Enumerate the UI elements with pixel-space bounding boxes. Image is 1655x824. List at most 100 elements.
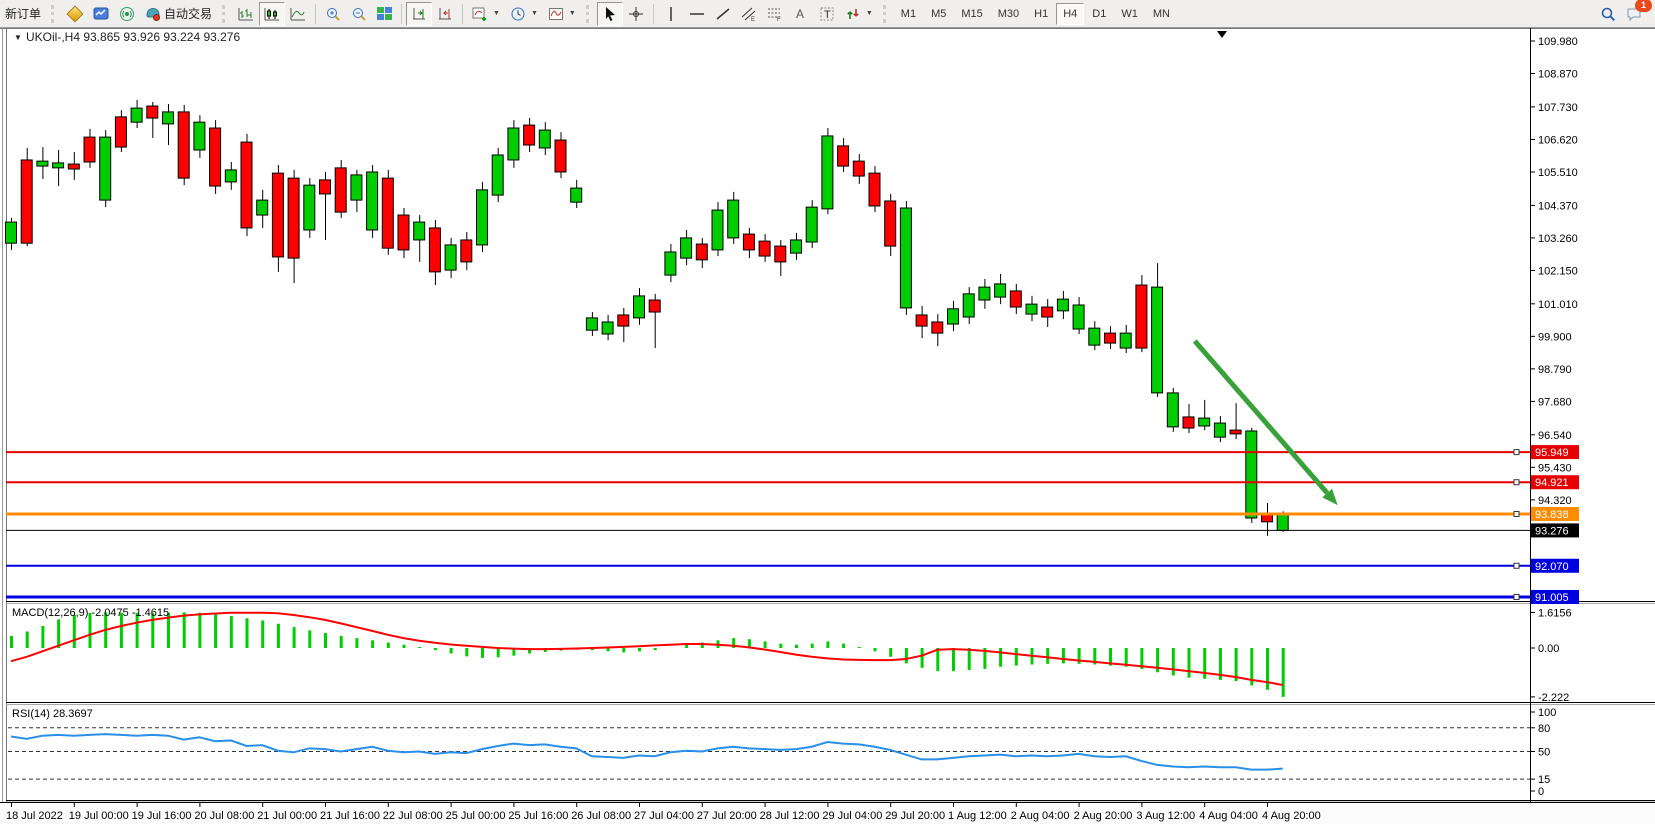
price-badge-label: 93.838	[1535, 509, 1569, 521]
line-handle[interactable]	[1514, 594, 1519, 599]
dropdown-caret: ▼	[569, 10, 576, 17]
timeframe-m15[interactable]: M15	[954, 3, 989, 25]
price-badge-label: 95.949	[1535, 447, 1569, 459]
search-button[interactable]	[1595, 2, 1621, 26]
candle	[1214, 423, 1225, 437]
timeframe-h4[interactable]: H4	[1056, 3, 1084, 25]
candle	[775, 246, 786, 262]
rsi-axis-label: 50	[1538, 747, 1550, 759]
templates-button[interactable]: ▼	[543, 2, 581, 26]
trendline-tool-button[interactable]	[710, 2, 736, 26]
notifications-button[interactable]: 1	[1621, 2, 1647, 26]
fibonacci-icon: F	[767, 6, 783, 22]
toolbar-grip[interactable]	[222, 5, 230, 23]
candle	[6, 222, 17, 243]
time-tick-label: 27 Jul 04:00	[634, 810, 694, 822]
timeframe-d1[interactable]: D1	[1085, 3, 1113, 25]
rsi-axis-label: 0	[1538, 786, 1544, 798]
crosshair-icon	[628, 6, 644, 22]
line-handle[interactable]	[1514, 480, 1519, 485]
fibonacci-tool-button[interactable]: F	[762, 2, 788, 26]
zoom-out-button[interactable]	[346, 2, 372, 26]
candle	[681, 238, 692, 258]
candle	[68, 164, 79, 169]
candle	[1152, 287, 1163, 393]
label-tool-button[interactable]: T	[814, 2, 840, 26]
zoom-in-button[interactable]	[320, 2, 346, 26]
candlestick-chart-button[interactable]	[259, 2, 285, 26]
timeframe-w1[interactable]: W1	[1114, 3, 1145, 25]
indicators-button[interactable]: ▼	[467, 2, 505, 26]
candle	[665, 252, 676, 275]
horizontal-line-tool-button[interactable]	[684, 2, 710, 26]
autotrading-button[interactable]: 自动交易	[140, 2, 217, 26]
line-chart-button[interactable]	[285, 2, 311, 26]
new-order-button[interactable]: 新订单	[0, 2, 46, 26]
text-tool-button[interactable]: A	[788, 2, 814, 26]
candle	[948, 309, 959, 324]
time-tick-label: 22 Jul 08:00	[383, 810, 443, 822]
price-tick-label: 107.730	[1538, 102, 1578, 114]
metaeditor-icon	[67, 5, 84, 22]
price-tick-label: 105.510	[1538, 167, 1578, 179]
macd-label: MACD(12,26,9) -2.0475 -1.4615	[12, 607, 169, 619]
price-tick-label: 108.870	[1538, 69, 1578, 81]
cursor-icon	[602, 6, 618, 22]
candle	[963, 294, 974, 317]
toolbar-grip[interactable]	[883, 5, 891, 23]
crosshair-tool-button[interactable]	[623, 2, 649, 26]
periods-button[interactable]: ▼	[505, 2, 543, 26]
candle	[304, 185, 315, 230]
toolbar-grip[interactable]	[586, 5, 594, 23]
tile-windows-button[interactable]	[372, 2, 397, 26]
price-badge-label: 94.921	[1535, 477, 1569, 489]
candle	[791, 240, 802, 253]
signals-button[interactable]	[114, 2, 140, 26]
notification-badge: 1	[1635, 0, 1652, 12]
line-handle[interactable]	[1514, 450, 1519, 455]
candle	[320, 180, 331, 194]
candle	[759, 241, 770, 256]
metaeditor-button[interactable]	[62, 2, 88, 26]
arrows-tool-button[interactable]: ▼	[840, 2, 878, 26]
time-tick-label: 2 Aug 20:00	[1074, 810, 1133, 822]
candle	[492, 155, 503, 195]
time-tick-label: 29 Jul 04:00	[822, 810, 882, 822]
new-order-label: 新订单	[5, 5, 41, 22]
rsi-label: RSI(14) 28.3697	[12, 708, 93, 720]
candle	[1120, 333, 1131, 348]
svg-text:T: T	[824, 9, 831, 21]
candle	[1105, 333, 1116, 343]
auto-scroll-button[interactable]	[406, 2, 432, 26]
market-watch-button[interactable]	[88, 2, 114, 26]
candle	[272, 173, 283, 257]
timeframe-m5[interactable]: M5	[924, 3, 953, 25]
timeframe-mn[interactable]: MN	[1146, 3, 1177, 25]
candle	[524, 125, 535, 145]
timeframe-h1[interactable]: H1	[1027, 3, 1055, 25]
timeframe-m1[interactable]: M1	[894, 3, 923, 25]
indicators-add-icon	[472, 6, 488, 22]
timeframe-m30[interactable]: M30	[991, 3, 1026, 25]
time-tick-label: 27 Jul 20:00	[697, 810, 757, 822]
chart-shift-button[interactable]	[432, 2, 458, 26]
toolbar-grip[interactable]	[51, 5, 59, 23]
price-tick-label: 101.010	[1538, 299, 1578, 311]
bar-chart-button[interactable]	[233, 2, 259, 26]
vertical-line-tool-button[interactable]	[658, 2, 684, 26]
candle	[696, 244, 707, 260]
time-tick-label: 21 Jul 16:00	[320, 810, 380, 822]
candle	[429, 228, 440, 272]
line-handle[interactable]	[1514, 563, 1519, 568]
channel-tool-button[interactable]: E	[736, 2, 762, 26]
cursor-tool-button[interactable]	[597, 2, 623, 26]
candle	[398, 215, 409, 250]
trendline-icon	[715, 6, 731, 22]
signals-icon	[119, 6, 135, 22]
candle	[210, 128, 221, 186]
dropdown-caret: ▼	[531, 10, 538, 17]
candle	[586, 318, 597, 330]
candle	[822, 136, 833, 209]
candle	[461, 240, 472, 262]
line-handle[interactable]	[1514, 511, 1519, 516]
